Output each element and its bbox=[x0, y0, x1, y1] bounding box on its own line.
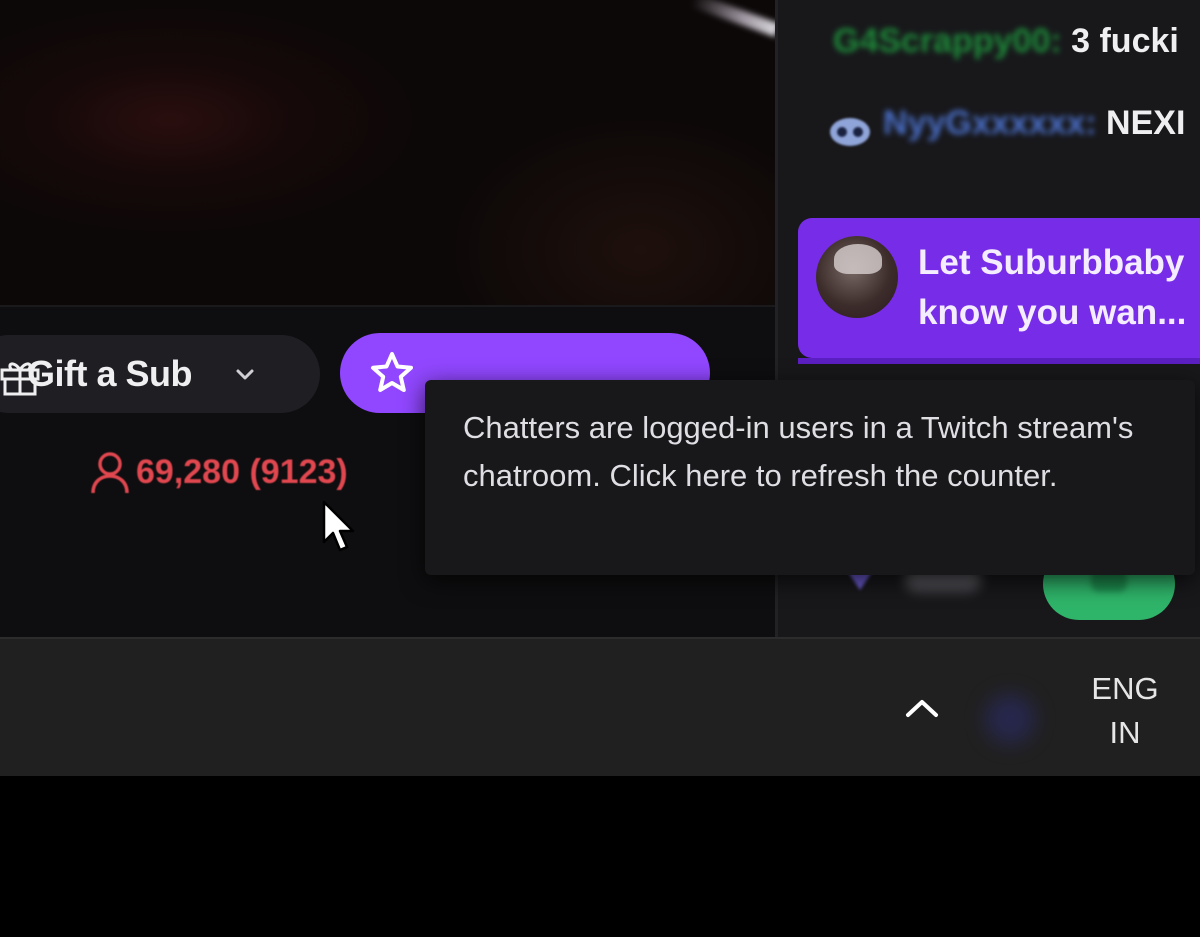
taskbar: ENG IN bbox=[0, 637, 1200, 776]
chatters-tooltip: Chatters are logged-in users in a Twitch… bbox=[425, 380, 1195, 575]
star-icon bbox=[371, 352, 413, 392]
viewer-count: 69,280 (9123) bbox=[136, 452, 348, 491]
promo-text: Let Suburbbaby know you wan... bbox=[918, 238, 1200, 338]
language-code: ENG bbox=[1091, 671, 1159, 706]
avatar bbox=[816, 236, 898, 318]
screen: Gift a Sub 69,280 (9123) G4Scrappy00: 3 … bbox=[0, 0, 1200, 776]
chat-message: G4Scrappy00: 3 fucki bbox=[833, 22, 1179, 61]
chevron-down-icon[interactable] bbox=[232, 361, 258, 387]
chat-username[interactable]: NyyGxxxxxx: bbox=[883, 104, 1097, 142]
tray-icon[interactable] bbox=[985, 694, 1035, 744]
chat-username[interactable]: G4Scrappy00: bbox=[833, 22, 1062, 60]
chat-badge-icon bbox=[830, 118, 870, 146]
chat-text: 3 fucki bbox=[1061, 22, 1179, 60]
gift-a-sub-label: Gift a Sub bbox=[27, 353, 193, 394]
tooltip-text: Chatters are logged-in users in a Twitch… bbox=[463, 410, 1134, 493]
language-indicator[interactable]: ENG IN bbox=[1080, 667, 1170, 755]
gift-a-sub-button[interactable]: Gift a Sub bbox=[0, 335, 320, 413]
person-icon bbox=[91, 452, 129, 494]
chat-promo-banner[interactable]: Let Suburbbaby know you wan... bbox=[798, 218, 1200, 358]
mouse-cursor-icon bbox=[322, 500, 355, 552]
video-player[interactable] bbox=[0, 0, 780, 305]
promo-line-1: Let Suburbbaby bbox=[918, 243, 1185, 282]
promo-progress-bar bbox=[798, 358, 1200, 364]
chat-message: NyyGxxxxxx: NEXI bbox=[883, 104, 1185, 143]
chevron-up-icon[interactable] bbox=[900, 691, 944, 725]
chat-text: NEXI bbox=[1096, 104, 1186, 142]
video-highlight bbox=[690, 0, 780, 37]
viewer-counter[interactable]: 69,280 (9123) bbox=[88, 448, 348, 496]
promo-line-2: know you wan... bbox=[918, 293, 1187, 332]
language-region: IN bbox=[1109, 715, 1141, 750]
